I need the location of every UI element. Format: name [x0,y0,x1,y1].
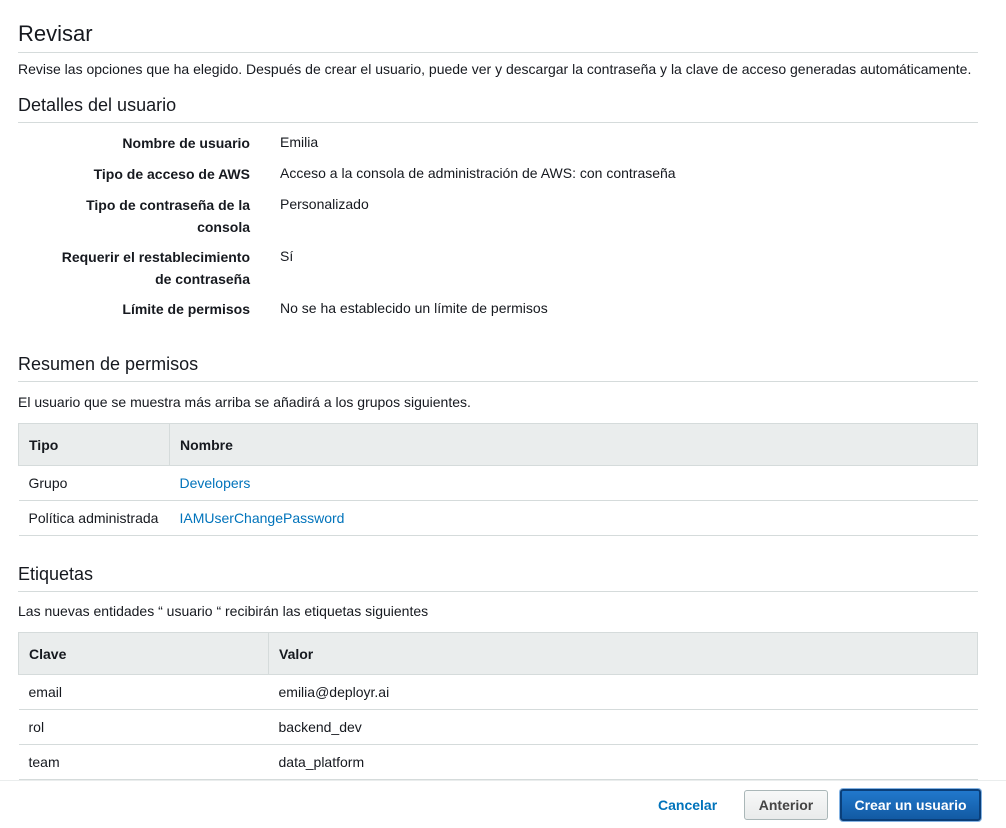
column-header-key: Clave [18,632,269,675]
table-row: email emilia@deployr.ai [18,674,978,710]
aws-access-type-label: Tipo de acceso de AWS [93,166,250,182]
wizard-footer: Cancelar Anterior Crear un usuario [0,780,1006,828]
tag-key-cell: email [18,674,269,710]
developers-group-link[interactable]: Developers [180,475,251,491]
column-header-type: Tipo [18,423,170,466]
create-user-button[interactable]: Crear un usuario [840,789,981,821]
column-header-name: Nombre [169,423,978,466]
review-page: Revisar Revise las opciones que ha elegi… [0,0,1006,828]
tags-table: Clave Valor email emilia@deployr.ai rol … [18,632,978,780]
tags-heading: Etiquetas [18,563,978,592]
review-intro-text: Revise las opciones que ha elegido. Desp… [18,61,972,77]
table-row: rol backend_dev [18,709,978,745]
tag-key-cell: rol [18,709,269,745]
table-row: team data_platform [18,744,978,780]
tag-value-cell: data_platform [268,744,978,780]
username-value: Emilia [280,134,319,150]
previous-button[interactable]: Anterior [744,790,828,820]
tags-table-header: Clave Valor [18,632,978,675]
tag-value-cell: backend_dev [268,709,978,745]
aws-access-type-value: Acceso a la consola de administración de… [280,165,676,181]
permissions-summary-heading: Resumen de permisos [18,353,978,382]
require-password-reset-label-line1: Requerir el restablecimiento [61,249,250,265]
permissions-summary-description: El usuario que se muestra más arriba se … [18,394,471,410]
column-header-value: Valor [268,632,978,675]
permission-name-cell: Developers [169,465,978,501]
iam-user-change-password-policy-link[interactable]: IAMUserChangePassword [180,510,345,526]
console-password-type-label-line1: Tipo de contraseña de la [86,197,250,213]
permissions-table: Tipo Nombre Grupo Developers Política ad… [18,423,978,536]
console-password-type-label-line2: consola [197,218,250,235]
require-password-reset-label-line2: de contraseña [155,270,250,287]
permissions-boundary-value: No se ha establecido un límite de permis… [280,300,548,316]
tags-description: Las nuevas entidades “ usuario “ recibir… [18,603,429,619]
permission-type-cell: Política administrada [18,500,170,536]
permission-type-cell: Grupo [18,465,170,501]
permission-name-cell: IAMUserChangePassword [169,500,978,536]
console-password-type-value: Personalizado [280,196,369,212]
tag-value-cell: emilia@deployr.ai [268,674,978,710]
page-title: Revisar [18,22,978,53]
require-password-reset-label: Requerir el restablecimiento de contrase… [18,247,250,290]
tag-key-cell: team [18,744,269,780]
user-details-heading: Detalles del usuario [18,94,978,123]
permissions-table-header: Tipo Nombre [18,423,978,466]
table-row: Política administrada IAMUserChangePassw… [18,500,978,536]
permissions-boundary-label: Límite de permisos [122,301,250,317]
console-password-type-label: Tipo de contraseña de la consola [18,195,250,238]
username-label: Nombre de usuario [122,135,250,151]
table-row: Grupo Developers [18,465,978,501]
require-password-reset-value: Sí [280,248,294,264]
cancel-button[interactable]: Cancelar [648,791,727,819]
